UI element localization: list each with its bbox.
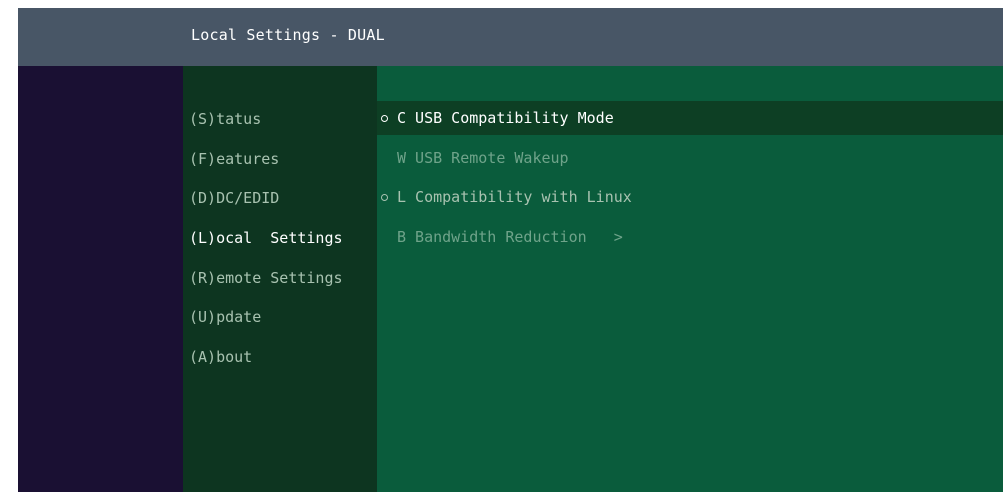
menu-item-ddc-edid[interactable]: (D)DC/EDID [189,185,279,211]
option-compatibility-linux[interactable]: L Compatibility with Linux [377,180,1003,214]
window-title: Local Settings - DUAL [191,26,385,44]
title-bar: Local Settings - DUAL [18,8,1003,66]
option-usb-compatibility-mode[interactable]: C USB Compatibility Mode [377,101,1003,135]
option-label: C USB Compatibility Mode [397,109,614,127]
menu-item-features[interactable]: (F)eatures [189,146,279,172]
menu-item-about[interactable]: (A)bout [189,344,252,370]
option-label: L Compatibility with Linux [397,188,632,206]
option-label: W USB Remote Wakeup [397,149,569,167]
menu-item-update[interactable]: (U)pdate [189,304,261,330]
option-bandwidth-reduction[interactable]: B Bandwidth Reduction > [377,220,1003,254]
menu-item-local-settings[interactable]: (L)ocal Settings [189,225,343,251]
left-panel [18,66,183,492]
option-label: B Bandwidth Reduction > [397,228,623,246]
option-usb-remote-wakeup[interactable]: W USB Remote Wakeup [377,141,1003,175]
side-menu: (S)tatus (F)eatures (D)DC/EDID (L)ocal S… [183,66,377,492]
settings-panel: C USB Compatibility Mode W USB Remote Wa… [377,66,1003,492]
app-window: Local Settings - DUAL (S)tatus (F)eature… [18,8,1003,492]
checked-indicator-icon [381,194,388,201]
menu-item-status[interactable]: (S)tatus [189,106,261,132]
menu-item-remote-settings[interactable]: (R)emote Settings [189,265,343,291]
checked-indicator-icon [381,115,388,122]
